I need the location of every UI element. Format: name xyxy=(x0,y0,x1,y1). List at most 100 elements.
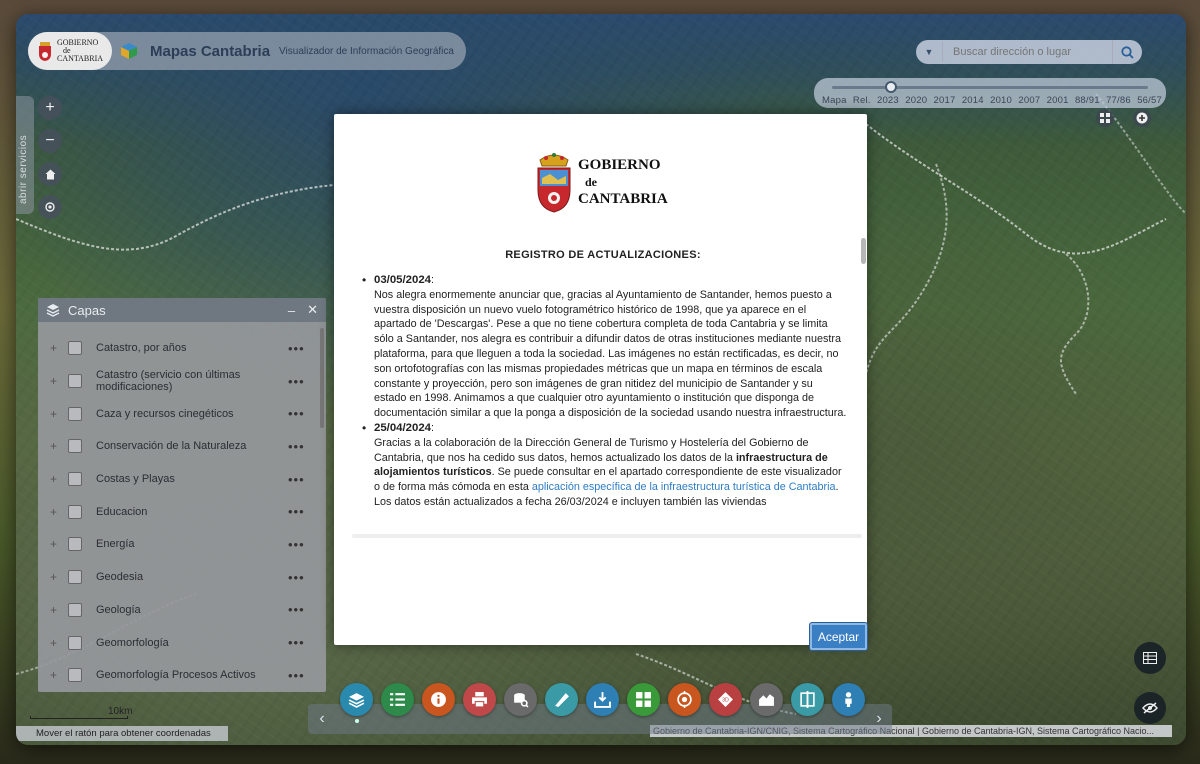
close-button[interactable]: ✕ xyxy=(307,302,318,318)
streetview-tool-button[interactable] xyxy=(832,683,865,716)
layer-checkbox[interactable] xyxy=(68,472,82,487)
add-date-button[interactable] xyxy=(1133,109,1151,127)
home-button[interactable] xyxy=(38,162,62,186)
dialog-vertical-scrollbar[interactable] xyxy=(861,238,866,264)
layer-item[interactable]: + Caza y recursos cinegéticos ••• xyxy=(38,397,318,430)
layer-checkbox[interactable] xyxy=(68,439,82,454)
search-source-dropdown[interactable]: ▼ xyxy=(916,40,942,64)
layer-item[interactable]: + Catastro (servicio con últimas modifica… xyxy=(38,365,318,398)
layer-name: Geodesia xyxy=(96,571,144,584)
expand-icon[interactable]: + xyxy=(50,439,64,453)
locate-button[interactable] xyxy=(38,195,62,219)
accept-button[interactable]: Aceptar xyxy=(810,623,867,650)
more-options-icon[interactable]: ••• xyxy=(288,504,318,519)
timeline-label[interactable]: 88/91 xyxy=(1075,95,1100,106)
layer-item[interactable]: + Geomorfología ••• xyxy=(38,626,318,659)
more-options-icon[interactable]: ••• xyxy=(288,635,318,650)
turismo-app-link[interactable]: aplicación específica de la infraestruct… xyxy=(532,481,836,493)
layer-item[interactable]: + Energía ••• xyxy=(38,528,318,561)
info-tool-button[interactable] xyxy=(422,683,455,716)
table-button[interactable] xyxy=(1134,642,1166,674)
layer-item[interactable]: + Geomorfología Procesos Activos ••• xyxy=(38,659,318,692)
dialog-horizontal-scrollbar[interactable] xyxy=(352,534,862,538)
expand-icon[interactable]: + xyxy=(50,668,64,682)
layer-checkbox[interactable] xyxy=(68,537,82,552)
timeline-label[interactable]: 77/86 xyxy=(1106,95,1131,106)
print-tool-button[interactable] xyxy=(463,683,496,716)
expand-icon[interactable]: + xyxy=(50,603,64,617)
measure-tool-button[interactable] xyxy=(545,683,578,716)
more-options-icon[interactable]: ••• xyxy=(288,570,318,585)
search-input[interactable] xyxy=(942,42,1112,62)
expand-icon[interactable]: + xyxy=(50,537,64,551)
layer-checkbox[interactable] xyxy=(68,374,82,389)
layer-item[interactable]: + Educacion ••• xyxy=(38,495,318,528)
more-options-icon[interactable]: ••• xyxy=(288,341,318,356)
layers-tool-button[interactable] xyxy=(340,683,373,716)
timeline-label[interactable]: Mapa xyxy=(822,95,847,106)
compare-tool-button[interactable] xyxy=(791,683,824,716)
expand-icon[interactable]: + xyxy=(50,341,64,355)
3d-icon: 3D xyxy=(718,692,733,707)
layer-item[interactable]: + Catastro, por años ••• xyxy=(38,332,318,365)
3d-tool-button[interactable]: 3D xyxy=(709,683,742,716)
layer-item[interactable]: + Conservación de la Naturaleza ••• xyxy=(38,430,318,463)
minimize-button[interactable]: – xyxy=(288,303,295,318)
layers-panel: Capas – ✕ + Catastro, por años ••• + Catast… xyxy=(38,298,326,692)
services-tab-label: abrir servicios xyxy=(18,134,29,204)
layer-item[interactable]: + Geología ••• xyxy=(38,594,318,627)
target-tool-button[interactable] xyxy=(668,683,701,716)
grid-view-button[interactable] xyxy=(1096,109,1114,127)
layer-checkbox[interactable] xyxy=(68,602,82,617)
layer-checkbox[interactable] xyxy=(68,668,82,683)
query-tool-button[interactable] xyxy=(504,683,537,716)
more-options-icon[interactable]: ••• xyxy=(288,439,318,454)
timeline-label[interactable]: Rel. xyxy=(853,95,871,106)
zoom-out-button[interactable]: − xyxy=(38,129,62,153)
layer-item[interactable]: + Geodesia ••• xyxy=(38,561,318,594)
toolbar-next-button[interactable]: › xyxy=(869,706,889,732)
search-button[interactable] xyxy=(1112,40,1142,64)
timeline-label[interactable]: 2023 xyxy=(877,95,899,106)
grid-icon xyxy=(1100,113,1110,123)
timeline-label[interactable]: 2001 xyxy=(1047,95,1069,106)
timeline-track[interactable] xyxy=(832,86,1148,89)
layer-checkbox[interactable] xyxy=(68,341,82,356)
expand-icon[interactable]: + xyxy=(50,570,64,584)
zoom-in-button[interactable]: + xyxy=(38,96,62,120)
hide-ui-button[interactable] xyxy=(1134,692,1166,724)
plus-icon: + xyxy=(45,99,55,116)
expand-icon[interactable]: + xyxy=(50,636,64,650)
toolbar-prev-button[interactable]: ‹ xyxy=(312,706,332,732)
more-options-icon[interactable]: ••• xyxy=(288,374,318,389)
timeline-handle[interactable] xyxy=(885,81,897,93)
layer-item[interactable]: + Costas y Playas ••• xyxy=(38,463,318,496)
modal-logo-text: GOBIERNO de CANTABRIA xyxy=(578,157,668,208)
layers-scrollbar[interactable] xyxy=(320,328,324,428)
timeline-label[interactable]: 2017 xyxy=(934,95,956,106)
timeline-label[interactable]: 2007 xyxy=(1018,95,1040,106)
gobierno-logo[interactable]: GOBIERNO de CANTABRIA xyxy=(28,32,112,70)
timeline-label[interactable]: 2020 xyxy=(905,95,927,106)
profile-tool-button[interactable] xyxy=(750,683,783,716)
more-options-icon[interactable]: ••• xyxy=(288,406,318,421)
timeline-label[interactable]: 2014 xyxy=(962,95,984,106)
timeline-label[interactable]: 56/57 xyxy=(1137,95,1162,106)
layer-checkbox[interactable] xyxy=(68,406,82,421)
more-options-icon[interactable]: ••• xyxy=(288,537,318,552)
expand-icon[interactable]: + xyxy=(50,407,64,421)
layer-checkbox[interactable] xyxy=(68,570,82,585)
grid-tool-button[interactable] xyxy=(627,683,660,716)
layer-checkbox[interactable] xyxy=(68,635,82,650)
expand-icon[interactable]: + xyxy=(50,374,64,388)
more-options-icon[interactable]: ••• xyxy=(288,602,318,617)
timeline-label[interactable]: 2010 xyxy=(990,95,1012,106)
expand-icon[interactable]: + xyxy=(50,505,64,519)
updates-content[interactable]: REGISTRO DE ACTUALIZACIONES: 03/05/2024:… xyxy=(358,249,848,536)
layer-checkbox[interactable] xyxy=(68,504,82,519)
more-options-icon[interactable]: ••• xyxy=(288,472,318,487)
expand-icon[interactable]: + xyxy=(50,472,64,486)
more-options-icon[interactable]: ••• xyxy=(288,668,318,683)
download-tool-button[interactable] xyxy=(586,683,619,716)
legend-tool-button[interactable] xyxy=(381,683,414,716)
